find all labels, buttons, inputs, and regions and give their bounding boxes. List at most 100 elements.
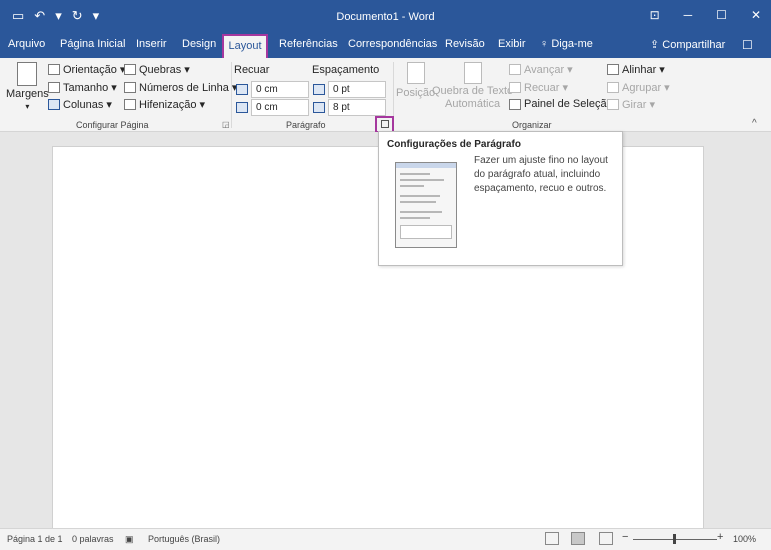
rotate-button[interactable]: Girar ▾ xyxy=(607,98,655,111)
group-divider xyxy=(231,62,232,128)
proofing-icon[interactable]: ▣ xyxy=(125,534,134,545)
arrange-group-label: Organizar xyxy=(512,120,552,130)
hyphenation-icon xyxy=(124,99,136,110)
breaks-icon xyxy=(124,64,136,75)
tab-mailings[interactable]: Correspondências xyxy=(348,38,437,50)
columns-button[interactable]: Colunas ▾ xyxy=(48,98,112,111)
bring-forward-icon xyxy=(509,64,521,75)
ribbon-tabs: Arquivo Página Inicial Inserir Design La… xyxy=(0,34,771,60)
print-layout-icon[interactable] xyxy=(571,532,585,545)
orientation-icon xyxy=(48,64,60,75)
tab-insert[interactable]: Inserir xyxy=(136,38,167,50)
page-count[interactable]: Página 1 de 1 xyxy=(7,534,63,544)
spacing-after-icon xyxy=(313,102,325,113)
tab-file[interactable]: Arquivo xyxy=(8,38,45,50)
indent-right-input[interactable]: 0 cm xyxy=(251,99,309,116)
title-bar: ▭ ↶ ▾ ↻ ▾ Documento1 - Word ⊡ ─ ☐ ✕ xyxy=(0,0,771,34)
web-layout-icon[interactable] xyxy=(599,532,613,545)
wrap-text-label-2: Automática xyxy=(445,98,501,110)
columns-label: Colunas xyxy=(63,98,104,111)
lightbulb-icon: ♀ xyxy=(540,38,552,50)
paragraph-settings-tooltip: Configurações de Parágrafo Fazer um ajus… xyxy=(378,131,623,266)
zoom-in-button[interactable]: + xyxy=(717,531,723,543)
line-numbers-icon xyxy=(124,82,136,93)
position-icon xyxy=(406,62,425,84)
align-icon xyxy=(607,64,619,75)
share-icon: ⇪ xyxy=(650,39,663,51)
group-objects-icon xyxy=(607,82,619,93)
chevron-down-icon: ▾ xyxy=(25,102,30,111)
zoom-slider-thumb[interactable] xyxy=(673,534,676,544)
collapse-ribbon-icon[interactable]: ^ xyxy=(752,118,757,129)
align-button[interactable]: Alinhar ▾ xyxy=(607,63,665,76)
hyphenation-label: Hifenização xyxy=(139,98,197,111)
page-setup-group-label: Configurar Página xyxy=(76,120,149,130)
tab-review[interactable]: Revisão xyxy=(445,38,485,50)
spacing-before-input[interactable]: 0 pt xyxy=(328,81,386,98)
send-backward-icon xyxy=(509,82,521,93)
language-indicator[interactable]: Português (Brasil) xyxy=(148,534,220,544)
word-count[interactable]: 0 palavras xyxy=(72,534,114,544)
wrap-text-button[interactable]: Quebra de Texto Automática xyxy=(432,62,513,110)
orientation-button[interactable]: Orientação ▾ xyxy=(48,63,125,76)
group-objects-label: Agrupar xyxy=(622,81,662,94)
tab-layout[interactable]: Layout xyxy=(222,34,268,60)
bring-forward-label: Avançar xyxy=(524,63,565,76)
spacing-label: Espaçamento xyxy=(312,64,380,76)
share-label: Compartilhar xyxy=(662,39,726,51)
indent-right-icon xyxy=(236,102,248,113)
indent-label: Recuar xyxy=(234,64,270,76)
line-numbers-button[interactable]: Números de Linha ▾ xyxy=(124,81,237,94)
tab-references[interactable]: Referências xyxy=(279,38,338,50)
maximize-button[interactable]: ☐ xyxy=(716,8,727,22)
selection-pane-icon xyxy=(509,98,521,110)
zoom-level[interactable]: 100% xyxy=(733,534,756,544)
margins-button[interactable]: Margens ▾ xyxy=(6,62,49,111)
wrap-text-label: Quebra de Texto xyxy=(432,85,514,97)
orientation-label: Orientação xyxy=(63,63,117,76)
window-controls: ⊡ ─ ☐ ✕ xyxy=(650,8,761,22)
tab-view[interactable]: Exibir xyxy=(498,38,526,50)
tooltip-title: Configurações de Parágrafo xyxy=(387,139,521,150)
indent-left-input[interactable]: 0 cm xyxy=(251,81,309,98)
rotate-label: Girar xyxy=(622,98,647,111)
send-backward-label: Recuar xyxy=(524,81,560,94)
group-objects-button[interactable]: Agrupar ▾ xyxy=(607,81,670,94)
share-button[interactable]: ⇪ Compartilhar xyxy=(650,38,725,51)
ribbon-display-options-icon[interactable]: ⊡ xyxy=(650,8,660,22)
paragraph-dialog-preview-image xyxy=(395,162,457,248)
dialog-launcher-icon xyxy=(381,120,389,128)
hyphenation-button[interactable]: Hifenização ▾ xyxy=(124,98,205,111)
bring-forward-button[interactable]: Avançar ▾ xyxy=(509,63,573,76)
read-mode-icon[interactable] xyxy=(545,532,559,545)
zoom-out-button[interactable]: − xyxy=(622,531,628,543)
selection-pane-button[interactable]: Painel de Seleção xyxy=(509,98,613,110)
indent-left-icon xyxy=(236,84,248,95)
tell-me-label: Diga-me xyxy=(551,38,593,50)
tooltip-description: Fazer um ajuste fino no layout do parágr… xyxy=(474,155,608,194)
columns-icon xyxy=(48,99,60,110)
send-backward-button[interactable]: Recuar ▾ xyxy=(509,81,568,94)
rotate-icon xyxy=(607,99,619,110)
breaks-label: Quebras xyxy=(139,63,182,76)
tab-home[interactable]: Página Inicial xyxy=(60,38,125,50)
comments-icon[interactable]: ☐ xyxy=(742,38,753,52)
selection-pane-label: Painel de Seleção xyxy=(524,98,613,110)
minimize-button[interactable]: ─ xyxy=(684,8,693,22)
tell-me-box[interactable]: ♀ Diga-me xyxy=(540,38,593,50)
spacing-before-icon xyxy=(313,84,325,95)
breaks-button[interactable]: Quebras ▾ xyxy=(124,63,190,76)
close-button[interactable]: ✕ xyxy=(751,8,761,22)
position-label: Posição xyxy=(396,87,436,99)
line-numbers-label: Números de Linha xyxy=(139,81,229,94)
spacing-after-input[interactable]: 8 pt xyxy=(328,99,386,116)
size-label: Tamanho xyxy=(63,81,109,94)
position-button[interactable]: Posição xyxy=(396,62,435,99)
paragraph-group-label: Parágrafo xyxy=(286,120,326,130)
size-button[interactable]: Tamanho ▾ xyxy=(48,81,117,94)
size-icon xyxy=(48,82,60,93)
tab-design[interactable]: Design xyxy=(182,38,216,50)
status-bar: Página 1 de 1 0 palavras ▣ Português (Br… xyxy=(0,528,771,550)
margins-label: Margens xyxy=(6,88,49,100)
margins-icon xyxy=(17,62,38,86)
